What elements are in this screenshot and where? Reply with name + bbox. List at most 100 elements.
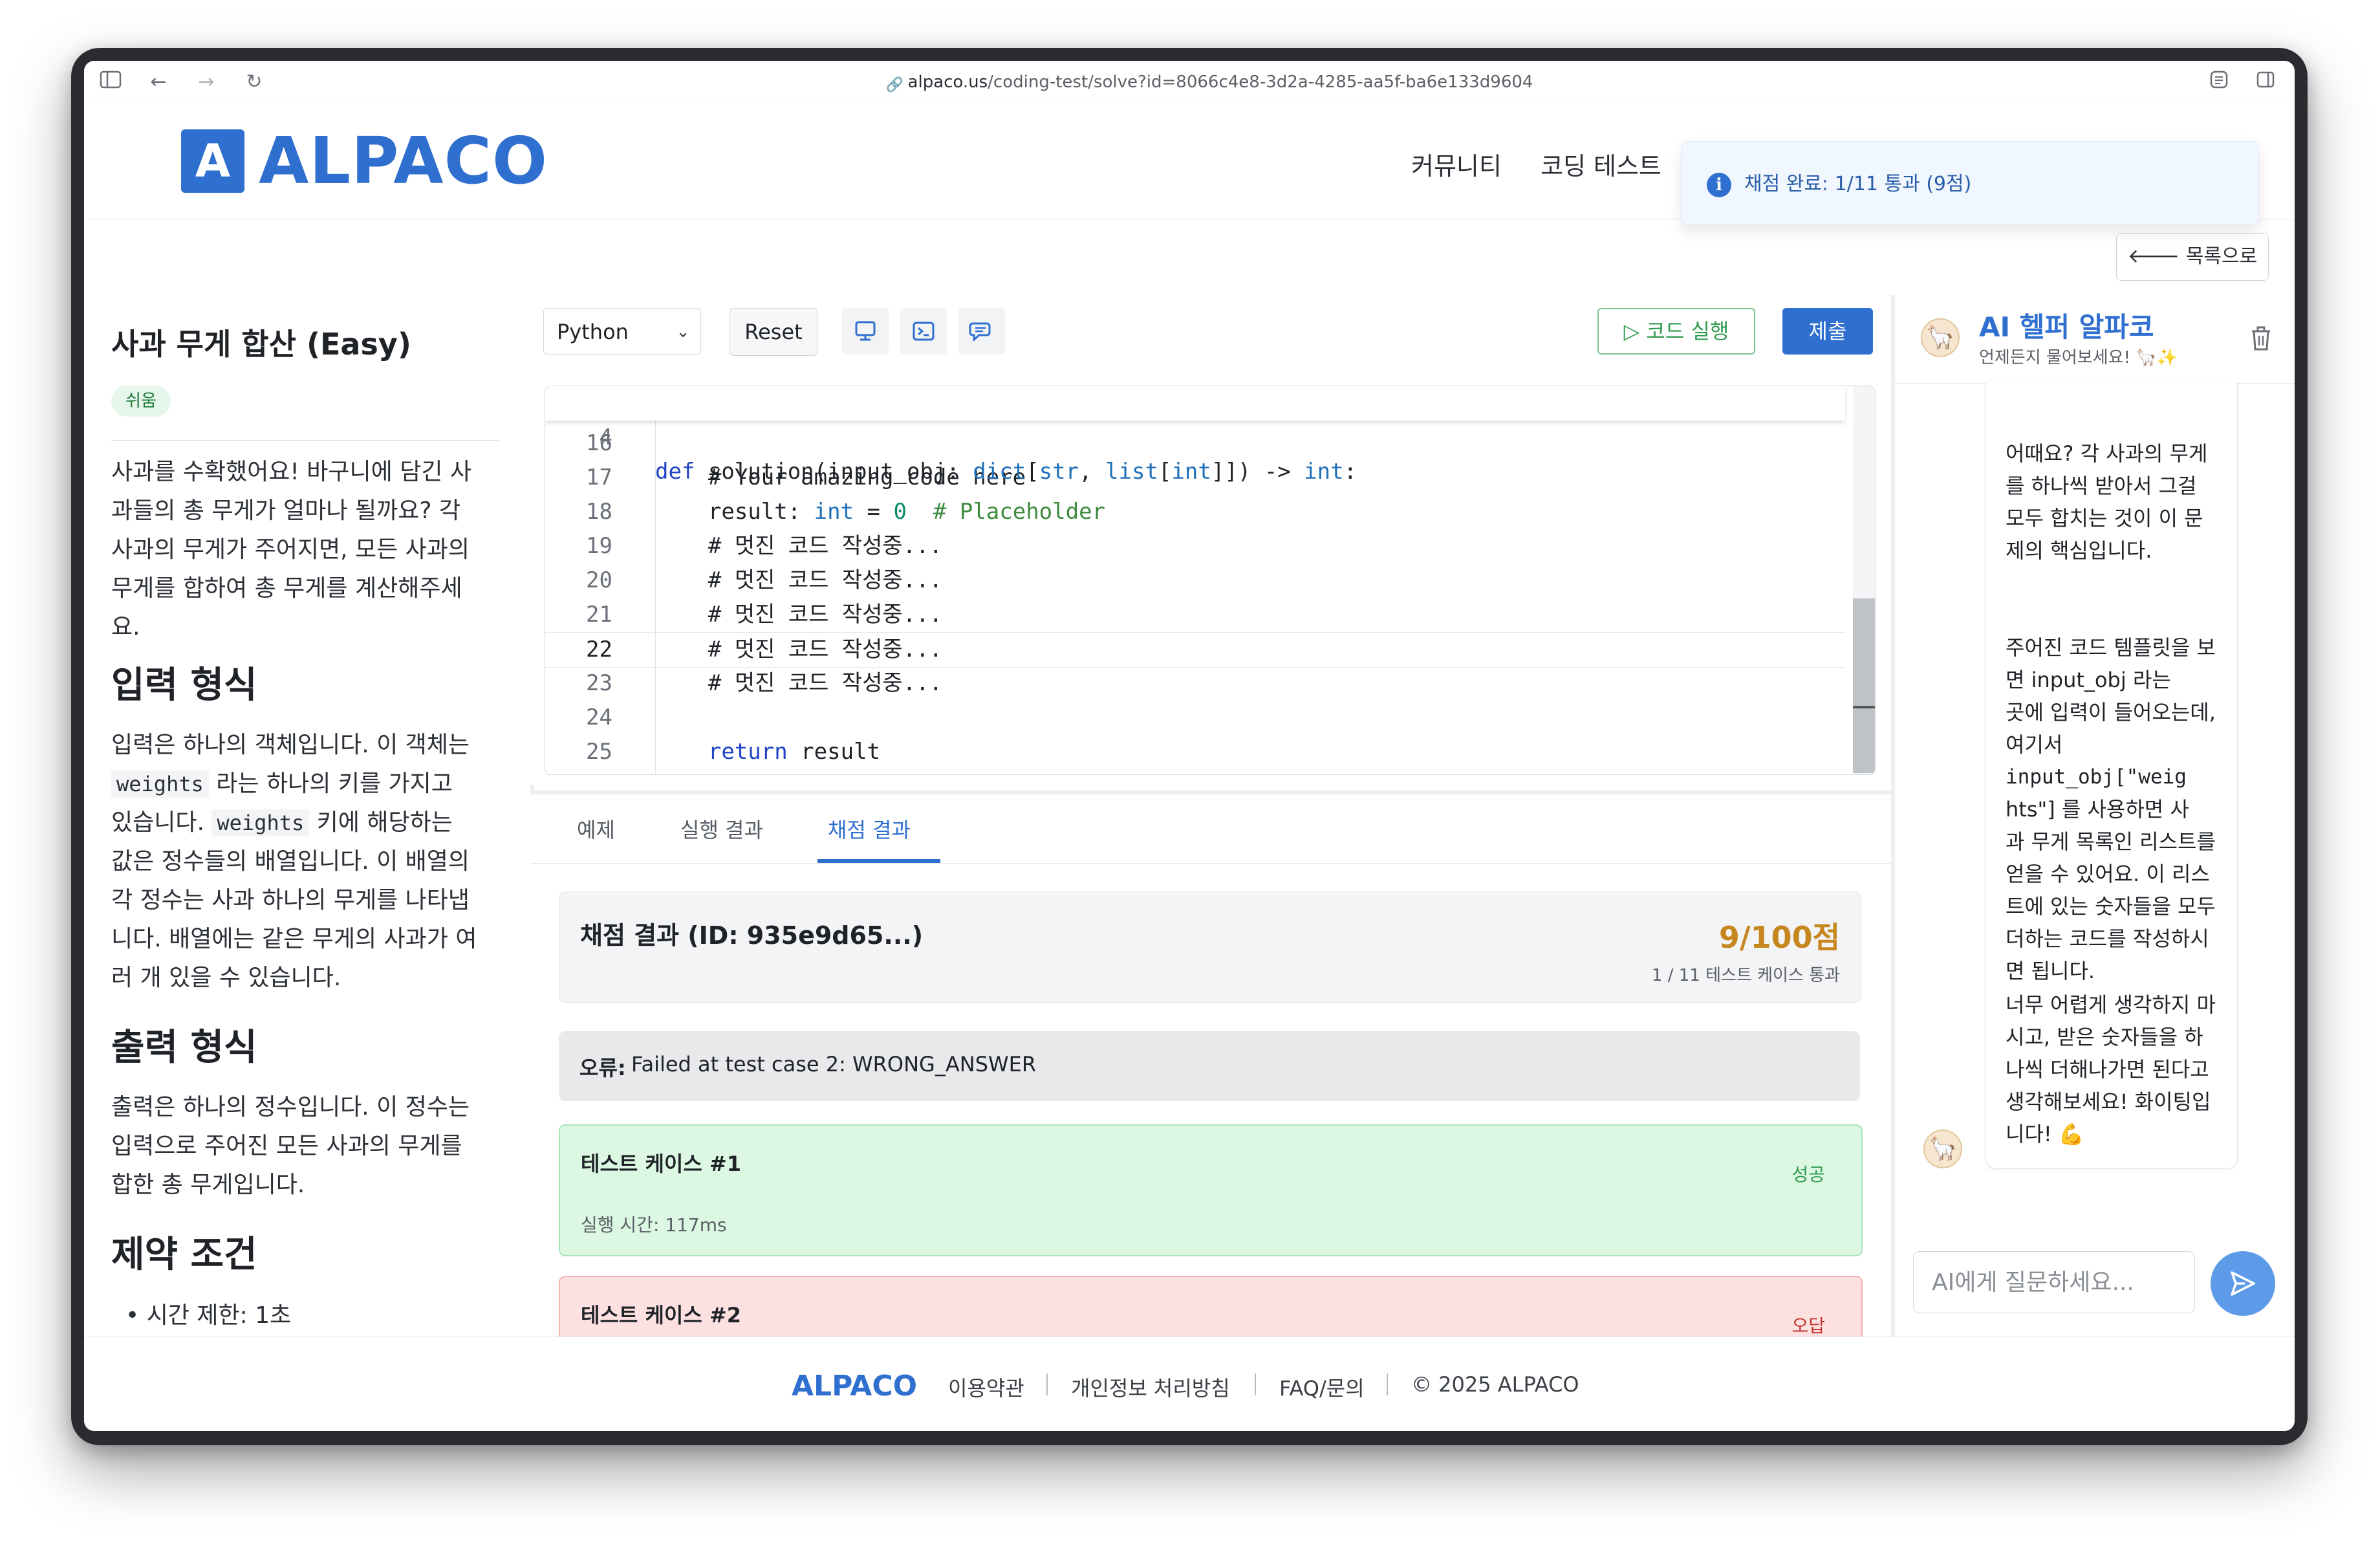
code-line[interactable]: 18 result: int = 0 # Placeholder [545, 495, 1845, 529]
nav-community[interactable]: 커뮤니티 [1411, 146, 1502, 182]
code-text: result: int = 0 # Placeholder [655, 499, 1106, 525]
ai-subtitle: 언제든지 물어보세요! 🦙✨ [1979, 348, 2178, 367]
output-description: 출력은 하나의 정수입니다. 이 정수는 입력으로 주어진 모든 사과의 무게를… [111, 1088, 506, 1205]
code-text: # 멋진 코드 작성중... [655, 533, 943, 559]
line-number: 22 [586, 637, 612, 662]
code-line[interactable]: 25 return result [545, 735, 1845, 769]
constraint-item: • 시간 제한: 1초 [125, 1302, 292, 1329]
code-line[interactable]: 19 # 멋진 코드 작성중... [545, 529, 1845, 563]
msg-line: 모두 합치는 것이 이 문 [2006, 506, 2203, 530]
reset-button[interactable]: Reset [730, 308, 817, 356]
results-tabs: 예제 실행 결과 채점 결과 [530, 794, 1891, 864]
footer-link-privacy[interactable]: 개인정보 처리방침 [1071, 1372, 1230, 1402]
test-case-status: 오답 [1791, 1315, 1825, 1337]
browser-toolbar: ← → ↻ 🔗 alpaco.us/coding-test/solve?id=80… [84, 61, 2295, 104]
alpaca-avatar-icon: 🦙 [1923, 1130, 1962, 1168]
code-line[interactable]: 20 # 멋진 코드 작성중... [545, 563, 1845, 598]
msg-line: 트에 있는 숫자들을 모두 [2006, 894, 2216, 919]
code-line[interactable]: 21 # 멋진 코드 작성중... [545, 598, 1845, 632]
input-description: 입력은 하나의 객체입니다. 이 객체는 weights 라는 하나의 키를 가… [111, 726, 506, 998]
back-to-list-button[interactable]: 🡐 목록으로 [2116, 233, 2269, 281]
test-case-title: 테스트 케이스 #2 [581, 1303, 741, 1328]
msg-line: hts"] 를 사용하면 사 [2006, 797, 2189, 822]
desc-line: 무게를 합하여 총 무게를 계산해주세 [111, 575, 462, 602]
msg-line: 를 하나씩 받아서 그걸 [2006, 474, 2197, 498]
tab-examples[interactable]: 예제 [577, 814, 615, 844]
tab-run-result[interactable]: 실행 결과 [680, 814, 763, 844]
reload-icon[interactable]: ↻ [242, 70, 266, 94]
scrollbar-cursor-marker [1853, 706, 1875, 708]
line-number: 23 [586, 670, 612, 696]
score: 9/100점 [1718, 920, 1840, 955]
line-number: 25 [586, 739, 612, 765]
code-line[interactable]: 23 # 멋진 코드 작성중... [545, 666, 1845, 701]
line-number: 19 [586, 533, 612, 559]
msg-line: 주어진 코드 템플릿을 보 [2006, 635, 2216, 660]
ai-title: AI 헬퍼 알파코 [1979, 311, 2154, 343]
split-view-icon[interactable] [2253, 70, 2278, 94]
logo-text[interactable]: ALPACO [259, 123, 548, 199]
desc-line: 사과를 수확했어요! 바구니에 담긴 사 [111, 459, 472, 485]
msg-line: 제의 핵심입니다. [2006, 538, 2152, 563]
chat-icon[interactable] [958, 308, 1005, 355]
test-case-1[interactable]: 테스트 케이스 #1 성공 실행 시간: 117ms [559, 1124, 1863, 1256]
info-icon: i [1707, 173, 1731, 197]
test-case-2[interactable]: 테스트 케이스 #2 오답 [559, 1276, 1863, 1340]
ai-message-bubble: 어때요? 각 사과의 무게 를 하나씩 받아서 그걸 모두 합치는 것이 이 문… [1985, 383, 2238, 1169]
msg-line: 어때요? 각 사과의 무게 [2006, 441, 2208, 466]
send-button[interactable] [2211, 1251, 2275, 1316]
forward-arrow-icon[interactable]: → [194, 70, 219, 94]
input-line: 입력은 하나의 객체입니다. 이 객체는 [111, 726, 506, 765]
msg-line: 여기서 [2006, 732, 2063, 757]
footer-logo[interactable]: ALPACO [792, 1370, 917, 1403]
grading-toast: i 채점 완료: 1/11 통과 (9점) [1682, 141, 2258, 225]
input-line: 값은 정수들의 배열입니다. 이 배열의 [111, 842, 506, 881]
text: 있습니다. [111, 809, 212, 836]
alpaca-avatar-icon: 🦙 [1921, 318, 1960, 357]
test-case-time: 실행 시간: 117ms [581, 1214, 727, 1236]
trash-icon[interactable] [2248, 325, 2274, 360]
output-line: 합한 총 무게입니다. [111, 1172, 305, 1198]
arrow-left-icon: 🡐 [2127, 245, 2186, 268]
language-select[interactable]: Python ⌄ [543, 308, 701, 355]
code-line[interactable]: 24 [545, 701, 1845, 735]
msg-line: 얻을 수 있어요. 이 리스 [2006, 862, 2210, 886]
divider [111, 440, 499, 441]
play-icon: ▷ [1623, 319, 1647, 344]
terminal-icon[interactable] [900, 308, 947, 355]
code-text: # 멋진 코드 작성중... [655, 602, 943, 628]
desc-line: 과들의 총 무게가 얼마나 될까요? 각 [111, 497, 461, 524]
monitor-icon[interactable] [842, 308, 889, 355]
error-label: 오류: [579, 1056, 626, 1080]
logo-mark[interactable]: A [181, 129, 244, 193]
sidebar-toggle-icon[interactable] [98, 70, 123, 94]
footer-separator [1046, 1373, 1048, 1395]
msg-line: 나씩 더해나가면 된다고 [2006, 1057, 2209, 1082]
active-tab-indicator [817, 859, 940, 863]
text: 각 정수는 사과 하나의 무게를 나타냅 [111, 887, 470, 913]
submit-button[interactable]: 제출 [1782, 308, 1873, 355]
footer-copyright: © 2025 ALPACO [1411, 1372, 1579, 1397]
code-line-current[interactable]: 22 # 멋진 코드 작성중... [545, 632, 1845, 668]
msg-line: 면 됩니다. [2006, 959, 2095, 983]
sticky-scroll-line[interactable]: 4 def solution(input_obj: dict[str, list… [545, 386, 1845, 485]
back-arrow-icon[interactable]: ← [146, 70, 171, 94]
editor-scrollbar-thumb[interactable] [1853, 598, 1875, 773]
passed-count: 1 / 11 테스트 케이스 통과 [1651, 966, 1840, 985]
ai-helper-panel: 🦙 AI 헬퍼 알파코 언제든지 물어보세요! 🦙✨ 어때요? 각 사과의 무게… [1891, 295, 2295, 1337]
code-text: # 멋진 코드 작성중... [655, 567, 943, 593]
footer-link-terms[interactable]: 이용약관 [948, 1372, 1024, 1402]
tab-grading-result[interactable]: 채점 결과 [828, 814, 911, 844]
code-editor[interactable]: 4 def solution(input_obj: dict[str, list… [545, 386, 1876, 775]
ai-question-input[interactable]: AI에게 질문하세요... [1913, 1251, 2195, 1313]
msg-line: 시고, 받은 숫자들을 하 [2006, 1025, 2203, 1049]
url-bar[interactable]: 🔗 alpaco.us/coding-test/solve?id=8066c4e8… [854, 69, 1565, 96]
problem-panel[interactable]: 사과 무게 합산 (Easy) 쉬움 사과를 수확했어요! 바구니에 담긴 사 … [84, 295, 534, 1337]
code-text: # 멋진 코드 작성중... [655, 670, 943, 696]
footer-link-faq[interactable]: FAQ/문의 [1279, 1372, 1365, 1402]
run-code-button[interactable]: ▷ 코드 실행 [1597, 308, 1755, 355]
reader-mode-icon[interactable] [2207, 70, 2231, 94]
input-line: 있습니다. weights 키에 해당하는 [111, 803, 506, 842]
output-line: 입력으로 주어진 모든 사과의 무게를 [111, 1133, 462, 1159]
nav-coding-test[interactable]: 코딩 테스트 [1541, 146, 1661, 182]
